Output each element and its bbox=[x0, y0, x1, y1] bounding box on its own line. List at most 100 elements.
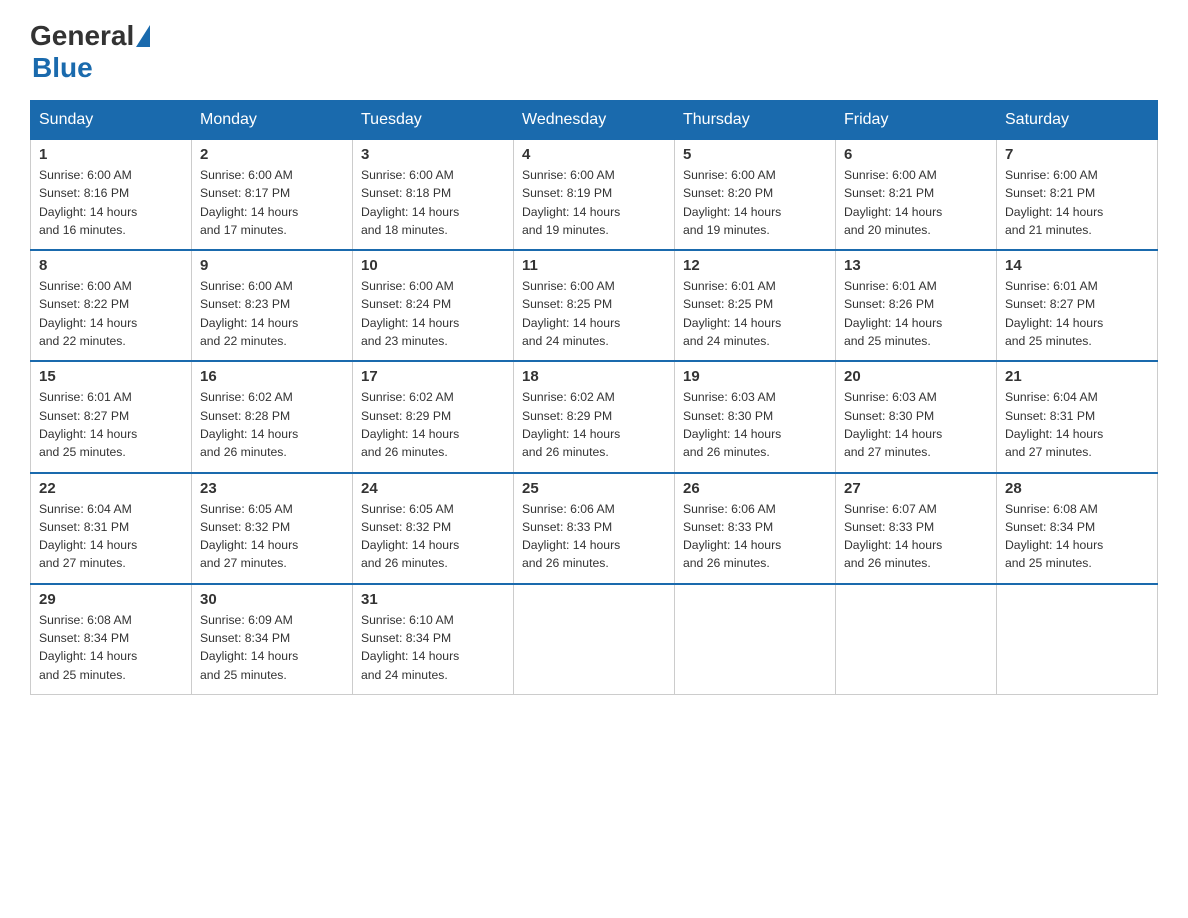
logo-triangle-icon bbox=[136, 25, 150, 47]
day-info: Sunrise: 6:01 AMSunset: 8:27 PMDaylight:… bbox=[1005, 277, 1149, 350]
day-number: 16 bbox=[200, 368, 344, 385]
logo-blue: Blue bbox=[32, 52, 93, 83]
calendar-cell: 21 Sunrise: 6:04 AMSunset: 8:31 PMDaylig… bbox=[997, 361, 1158, 472]
calendar-cell: 30 Sunrise: 6:09 AMSunset: 8:34 PMDaylig… bbox=[192, 584, 353, 695]
day-info: Sunrise: 6:09 AMSunset: 8:34 PMDaylight:… bbox=[200, 611, 344, 684]
calendar-cell: 25 Sunrise: 6:06 AMSunset: 8:33 PMDaylig… bbox=[514, 473, 675, 584]
calendar-cell: 26 Sunrise: 6:06 AMSunset: 8:33 PMDaylig… bbox=[675, 473, 836, 584]
day-number: 25 bbox=[522, 480, 666, 497]
calendar-cell: 18 Sunrise: 6:02 AMSunset: 8:29 PMDaylig… bbox=[514, 361, 675, 472]
calendar-cell: 10 Sunrise: 6:00 AMSunset: 8:24 PMDaylig… bbox=[353, 250, 514, 361]
calendar-cell: 23 Sunrise: 6:05 AMSunset: 8:32 PMDaylig… bbox=[192, 473, 353, 584]
day-number: 29 bbox=[39, 591, 183, 608]
calendar-cell bbox=[675, 584, 836, 695]
day-info: Sunrise: 6:00 AMSunset: 8:19 PMDaylight:… bbox=[522, 166, 666, 239]
calendar-cell: 7 Sunrise: 6:00 AMSunset: 8:21 PMDayligh… bbox=[997, 140, 1158, 251]
day-number: 13 bbox=[844, 257, 988, 274]
day-number: 18 bbox=[522, 368, 666, 385]
calendar-cell: 16 Sunrise: 6:02 AMSunset: 8:28 PMDaylig… bbox=[192, 361, 353, 472]
calendar-cell bbox=[997, 584, 1158, 695]
day-info: Sunrise: 6:01 AMSunset: 8:26 PMDaylight:… bbox=[844, 277, 988, 350]
day-info: Sunrise: 6:00 AMSunset: 8:21 PMDaylight:… bbox=[1005, 166, 1149, 239]
day-info: Sunrise: 6:00 AMSunset: 8:16 PMDaylight:… bbox=[39, 166, 183, 239]
day-info: Sunrise: 6:00 AMSunset: 8:24 PMDaylight:… bbox=[361, 277, 505, 350]
day-number: 2 bbox=[200, 146, 344, 163]
day-number: 5 bbox=[683, 146, 827, 163]
day-info: Sunrise: 6:01 AMSunset: 8:27 PMDaylight:… bbox=[39, 388, 183, 461]
calendar-cell: 20 Sunrise: 6:03 AMSunset: 8:30 PMDaylig… bbox=[836, 361, 997, 472]
day-info: Sunrise: 6:08 AMSunset: 8:34 PMDaylight:… bbox=[39, 611, 183, 684]
calendar-cell: 8 Sunrise: 6:00 AMSunset: 8:22 PMDayligh… bbox=[31, 250, 192, 361]
day-number: 14 bbox=[1005, 257, 1149, 274]
calendar-cell: 5 Sunrise: 6:00 AMSunset: 8:20 PMDayligh… bbox=[675, 140, 836, 251]
week-row-4: 22 Sunrise: 6:04 AMSunset: 8:31 PMDaylig… bbox=[31, 473, 1158, 584]
day-number: 1 bbox=[39, 146, 183, 163]
day-number: 9 bbox=[200, 257, 344, 274]
day-number: 12 bbox=[683, 257, 827, 274]
day-number: 4 bbox=[522, 146, 666, 163]
week-row-5: 29 Sunrise: 6:08 AMSunset: 8:34 PMDaylig… bbox=[31, 584, 1158, 695]
day-number: 8 bbox=[39, 257, 183, 274]
day-info: Sunrise: 6:00 AMSunset: 8:18 PMDaylight:… bbox=[361, 166, 505, 239]
day-info: Sunrise: 6:04 AMSunset: 8:31 PMDaylight:… bbox=[1005, 388, 1149, 461]
day-number: 23 bbox=[200, 480, 344, 497]
col-header-saturday: Saturday bbox=[997, 101, 1158, 140]
calendar-cell: 14 Sunrise: 6:01 AMSunset: 8:27 PMDaylig… bbox=[997, 250, 1158, 361]
day-info: Sunrise: 6:00 AMSunset: 8:22 PMDaylight:… bbox=[39, 277, 183, 350]
calendar-cell: 1 Sunrise: 6:00 AMSunset: 8:16 PMDayligh… bbox=[31, 140, 192, 251]
logo-general: General bbox=[30, 20, 134, 52]
logo: General Blue bbox=[30, 20, 152, 84]
day-info: Sunrise: 6:02 AMSunset: 8:29 PMDaylight:… bbox=[522, 388, 666, 461]
calendar-cell: 19 Sunrise: 6:03 AMSunset: 8:30 PMDaylig… bbox=[675, 361, 836, 472]
day-number: 22 bbox=[39, 480, 183, 497]
col-header-monday: Monday bbox=[192, 101, 353, 140]
day-info: Sunrise: 6:02 AMSunset: 8:28 PMDaylight:… bbox=[200, 388, 344, 461]
day-info: Sunrise: 6:03 AMSunset: 8:30 PMDaylight:… bbox=[683, 388, 827, 461]
day-info: Sunrise: 6:00 AMSunset: 8:17 PMDaylight:… bbox=[200, 166, 344, 239]
calendar-cell: 17 Sunrise: 6:02 AMSunset: 8:29 PMDaylig… bbox=[353, 361, 514, 472]
calendar-cell: 13 Sunrise: 6:01 AMSunset: 8:26 PMDaylig… bbox=[836, 250, 997, 361]
calendar-cell: 4 Sunrise: 6:00 AMSunset: 8:19 PMDayligh… bbox=[514, 140, 675, 251]
day-number: 26 bbox=[683, 480, 827, 497]
day-info: Sunrise: 6:06 AMSunset: 8:33 PMDaylight:… bbox=[522, 500, 666, 573]
day-info: Sunrise: 6:00 AMSunset: 8:21 PMDaylight:… bbox=[844, 166, 988, 239]
header: General Blue bbox=[30, 20, 1158, 84]
calendar-cell: 24 Sunrise: 6:05 AMSunset: 8:32 PMDaylig… bbox=[353, 473, 514, 584]
calendar-cell: 12 Sunrise: 6:01 AMSunset: 8:25 PMDaylig… bbox=[675, 250, 836, 361]
calendar-cell: 28 Sunrise: 6:08 AMSunset: 8:34 PMDaylig… bbox=[997, 473, 1158, 584]
day-number: 28 bbox=[1005, 480, 1149, 497]
day-number: 7 bbox=[1005, 146, 1149, 163]
day-info: Sunrise: 6:10 AMSunset: 8:34 PMDaylight:… bbox=[361, 611, 505, 684]
calendar-cell: 3 Sunrise: 6:00 AMSunset: 8:18 PMDayligh… bbox=[353, 140, 514, 251]
calendar-cell bbox=[514, 584, 675, 695]
day-number: 31 bbox=[361, 591, 505, 608]
day-info: Sunrise: 6:08 AMSunset: 8:34 PMDaylight:… bbox=[1005, 500, 1149, 573]
col-header-wednesday: Wednesday bbox=[514, 101, 675, 140]
day-number: 24 bbox=[361, 480, 505, 497]
day-number: 10 bbox=[361, 257, 505, 274]
logo-text: General bbox=[30, 20, 152, 52]
day-number: 15 bbox=[39, 368, 183, 385]
calendar-cell: 6 Sunrise: 6:00 AMSunset: 8:21 PMDayligh… bbox=[836, 140, 997, 251]
day-number: 19 bbox=[683, 368, 827, 385]
day-number: 6 bbox=[844, 146, 988, 163]
day-info: Sunrise: 6:01 AMSunset: 8:25 PMDaylight:… bbox=[683, 277, 827, 350]
calendar-cell: 11 Sunrise: 6:00 AMSunset: 8:25 PMDaylig… bbox=[514, 250, 675, 361]
day-number: 3 bbox=[361, 146, 505, 163]
day-number: 21 bbox=[1005, 368, 1149, 385]
calendar-body: 1 Sunrise: 6:00 AMSunset: 8:16 PMDayligh… bbox=[31, 140, 1158, 695]
day-info: Sunrise: 6:04 AMSunset: 8:31 PMDaylight:… bbox=[39, 500, 183, 573]
day-info: Sunrise: 6:03 AMSunset: 8:30 PMDaylight:… bbox=[844, 388, 988, 461]
calendar-table: SundayMondayTuesdayWednesdayThursdayFrid… bbox=[30, 100, 1158, 695]
calendar-cell: 2 Sunrise: 6:00 AMSunset: 8:17 PMDayligh… bbox=[192, 140, 353, 251]
calendar-cell: 27 Sunrise: 6:07 AMSunset: 8:33 PMDaylig… bbox=[836, 473, 997, 584]
day-info: Sunrise: 6:05 AMSunset: 8:32 PMDaylight:… bbox=[200, 500, 344, 573]
week-row-1: 1 Sunrise: 6:00 AMSunset: 8:16 PMDayligh… bbox=[31, 140, 1158, 251]
day-number: 20 bbox=[844, 368, 988, 385]
day-info: Sunrise: 6:06 AMSunset: 8:33 PMDaylight:… bbox=[683, 500, 827, 573]
calendar-cell: 15 Sunrise: 6:01 AMSunset: 8:27 PMDaylig… bbox=[31, 361, 192, 472]
day-number: 30 bbox=[200, 591, 344, 608]
day-info: Sunrise: 6:07 AMSunset: 8:33 PMDaylight:… bbox=[844, 500, 988, 573]
col-header-thursday: Thursday bbox=[675, 101, 836, 140]
col-header-friday: Friday bbox=[836, 101, 997, 140]
